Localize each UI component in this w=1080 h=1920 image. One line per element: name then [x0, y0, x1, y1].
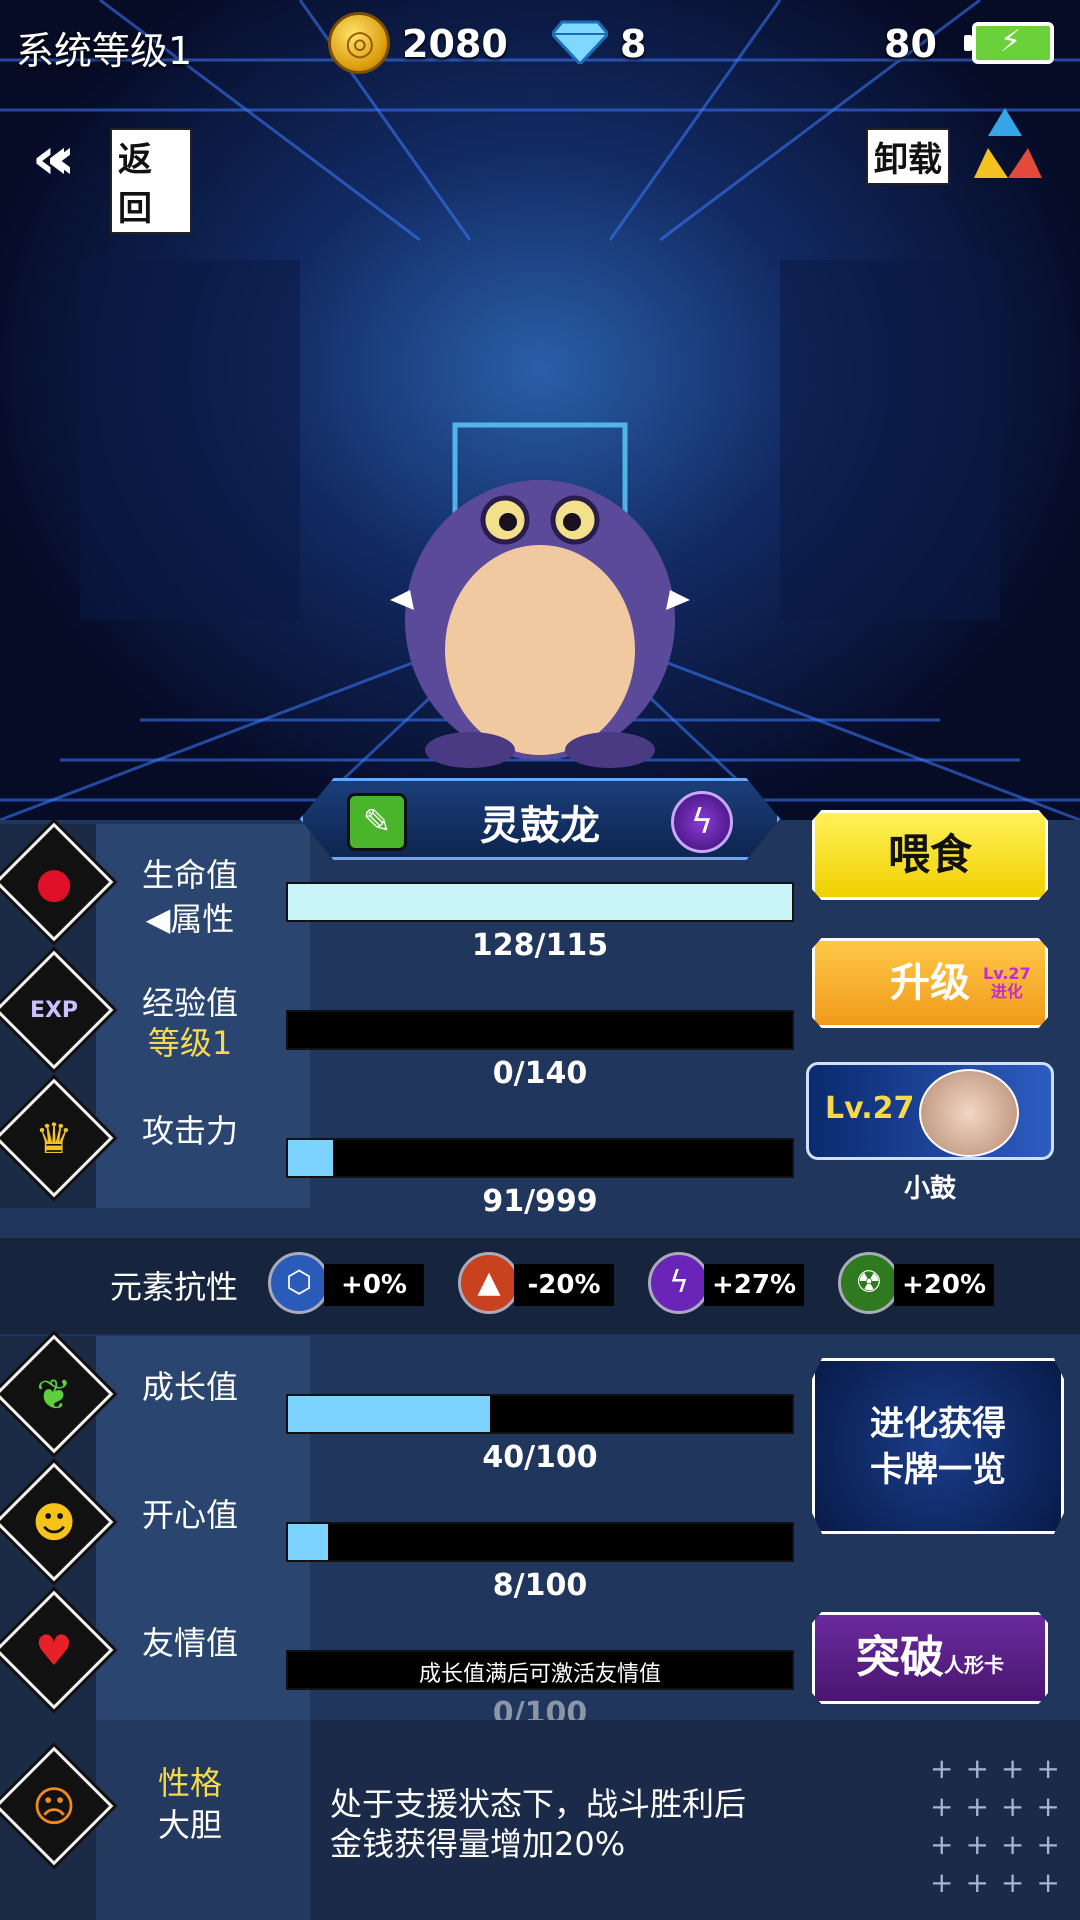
personality-label: 性格 — [157, 1764, 222, 1802]
back-button[interactable]: «‹ 返回 — [32, 118, 192, 234]
friendship-bar: 成长值满后可激活友情值 — [286, 1650, 794, 1690]
attack-bar — [286, 1138, 794, 1178]
attack-value: 91/999 — [482, 1184, 598, 1219]
top-hud: 系统等级1 ◎ 2080 8 80 ⚡ — [0, 0, 1080, 90]
upgrade-button[interactable]: 升级 Lv.27 进化 — [812, 938, 1048, 1028]
resist-chip: ϟ +27% — [648, 1252, 828, 1316]
stamina-count: 80 — [884, 22, 937, 66]
recycle-icon — [974, 108, 1042, 178]
personality-value: 大胆 — [157, 1806, 222, 1844]
resist-value: -20% — [514, 1264, 614, 1306]
resist-value: +27% — [704, 1264, 804, 1306]
coin-icon: ◎ — [328, 12, 390, 74]
back-label: 返回 — [110, 128, 192, 234]
battery-icon: ⚡ — [964, 22, 1054, 64]
pet-model[interactable] — [390, 450, 690, 770]
unload-label: 卸载 — [866, 128, 950, 185]
happiness-label: 开心值 — [141, 1496, 238, 1534]
pet-name-bar: ✎ 灵鼓龙 ϟ — [300, 778, 780, 860]
system-level: 系统等级1 — [16, 29, 193, 73]
lightning-element-icon: ϟ — [648, 1252, 710, 1314]
evolution-cards-list-button[interactable]: 进化获得 卡牌一览 — [812, 1358, 1064, 1534]
poison-element-icon: ☢ — [838, 1252, 900, 1314]
resist-value: +20% — [894, 1264, 994, 1306]
resist-chip: ▲ -20% — [458, 1252, 638, 1316]
feed-button[interactable]: 喂食 — [812, 810, 1048, 900]
shield-element-icon: ⬡ — [268, 1252, 330, 1314]
growth-bar — [286, 1394, 794, 1434]
growth-label: 成长值 — [141, 1368, 238, 1406]
exp-bar — [286, 1010, 794, 1050]
happiness-bar — [286, 1522, 794, 1562]
resist-chip: ☢ +20% — [838, 1252, 1018, 1316]
attribute-toggle[interactable]: ◀属性 — [100, 894, 280, 940]
resistance-label: 元素抗性 — [110, 1268, 239, 1306]
hp-label: 生命值 — [141, 856, 238, 894]
friendship-label: 友情值 — [141, 1624, 238, 1662]
card-name: 小鼓 — [903, 1174, 956, 1204]
personality-description: 处于支援状态下，战斗胜利后 金钱获得量增加20% — [330, 1785, 747, 1863]
personality-section: ☹ 性格 大胆 处于支援状态下，战斗胜利后 金钱获得量增加20% ++++ +++… — [0, 1720, 1080, 1920]
friendship-hint: 成长值满后可激活友情值 — [418, 1662, 661, 1687]
decor-plus-grid: ++++ ++++ ++++ ++++ — [930, 1752, 1072, 1899]
evolution-card[interactable]: Lv.27 — [806, 1062, 1054, 1160]
hp-bar — [286, 882, 794, 922]
coin-count: 2080 — [402, 22, 508, 66]
card-portrait — [919, 1069, 1019, 1157]
card-level: Lv.27 — [825, 1091, 915, 1126]
unload-button[interactable]: 卸载 — [862, 104, 1042, 194]
attack-label: 攻击力 — [141, 1112, 238, 1150]
resist-chip: ⬡ +0% — [268, 1252, 448, 1316]
diamond-gem-icon — [552, 20, 608, 64]
resist-value: +0% — [324, 1264, 424, 1306]
upgrade-label: 升级 — [890, 960, 970, 1006]
upgrade-evolve-hint: Lv.27 进化 — [983, 964, 1031, 1001]
element-resistance-row: 元素抗性 ⬡ +0% ▲ -20% ϟ +27% ☢ +20% — [0, 1238, 1080, 1334]
gem-count: 8 — [620, 22, 647, 66]
breakthrough-button[interactable]: 突破人形卡 — [812, 1612, 1048, 1704]
level-label: 等级1 — [147, 1024, 233, 1062]
back-arrow-icon: «‹ — [32, 124, 76, 192]
lightning-element-icon: ϟ — [671, 791, 733, 853]
fire-element-icon: ▲ — [458, 1252, 520, 1314]
